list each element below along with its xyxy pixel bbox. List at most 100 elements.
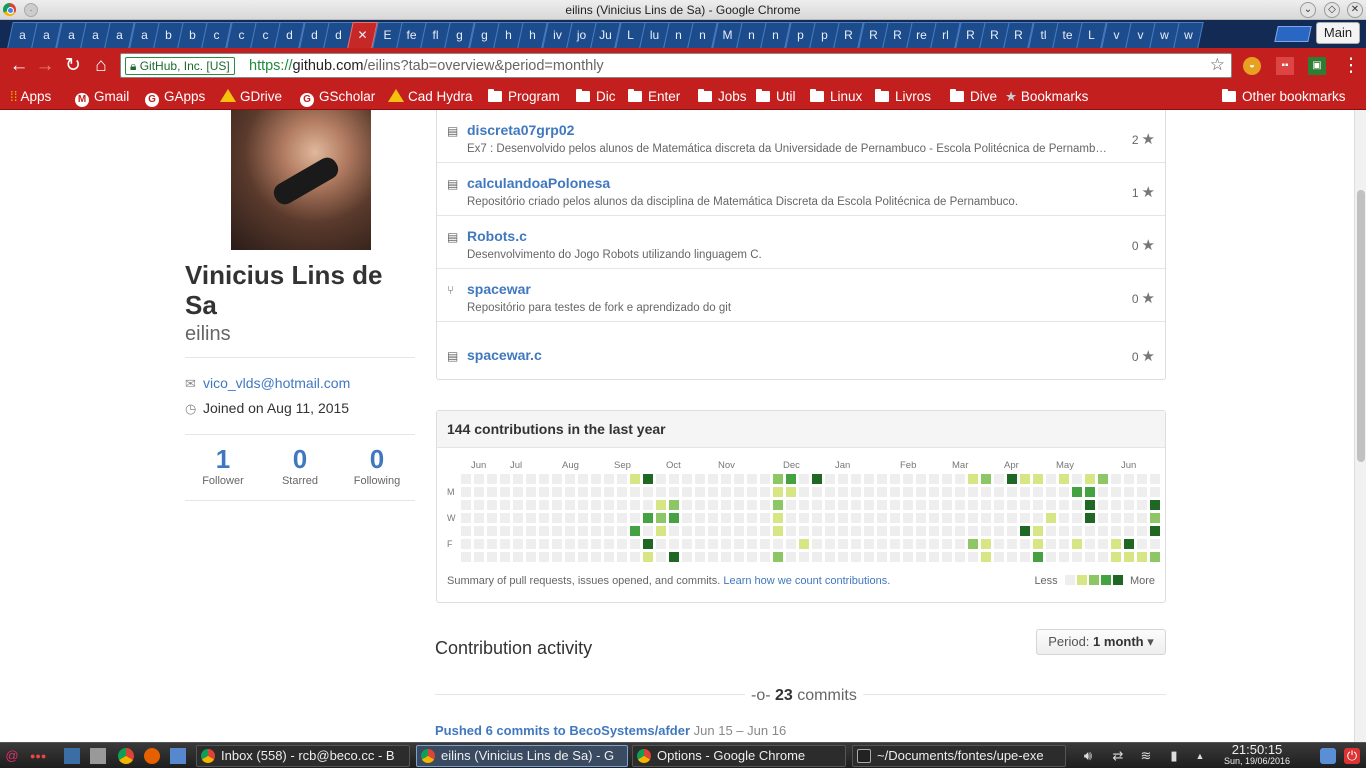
contribution-day[interactable] — [617, 526, 627, 536]
contribution-day[interactable] — [539, 552, 549, 562]
bookmark-item[interactable]: Util — [756, 87, 796, 107]
taskbar-task[interactable]: ~/Documents/fontes/upe-exe — [852, 745, 1066, 767]
contribution-day[interactable] — [617, 487, 627, 497]
firefox-launcher-icon[interactable] — [144, 748, 160, 764]
contribution-day[interactable] — [669, 500, 679, 510]
contribution-day[interactable] — [955, 474, 965, 484]
contribution-day[interactable] — [695, 513, 705, 523]
maximize-button[interactable]: ◇ — [1324, 2, 1340, 18]
contribution-day[interactable] — [591, 552, 601, 562]
new-tab-button[interactable] — [1274, 26, 1312, 42]
contribution-day[interactable] — [942, 500, 952, 510]
contribution-day[interactable] — [838, 487, 848, 497]
contribution-day[interactable] — [1085, 487, 1095, 497]
email-link[interactable]: vico_vlds@hotmail.com — [203, 375, 350, 391]
contribution-day[interactable] — [1020, 513, 1030, 523]
contribution-day[interactable] — [1085, 526, 1095, 536]
contribution-day[interactable] — [682, 552, 692, 562]
contribution-day[interactable] — [942, 474, 952, 484]
clock[interactable]: 21:50:15 Sun, 19/06/2016 — [1222, 743, 1292, 767]
contribution-day[interactable] — [994, 539, 1004, 549]
contribution-day[interactable] — [747, 539, 757, 549]
volume-icon[interactable]: 🔊︎ — [1080, 748, 1096, 764]
bookmark-item[interactable]: ⁞⁞ Apps — [10, 87, 51, 107]
contribution-day[interactable] — [968, 487, 978, 497]
contribution-day[interactable] — [916, 539, 926, 549]
contribution-day[interactable] — [669, 539, 679, 549]
contribution-day[interactable] — [565, 513, 575, 523]
contribution-day[interactable] — [734, 487, 744, 497]
contribution-day[interactable] — [825, 526, 835, 536]
contribution-day[interactable] — [643, 513, 653, 523]
contribution-day[interactable] — [1085, 552, 1095, 562]
contribution-day[interactable] — [513, 513, 523, 523]
contribution-day[interactable] — [721, 500, 731, 510]
contribution-day[interactable] — [955, 500, 965, 510]
contribution-day[interactable] — [838, 513, 848, 523]
contribution-day[interactable] — [591, 526, 601, 536]
contribution-day[interactable] — [747, 474, 757, 484]
contribution-day[interactable] — [474, 474, 484, 484]
contribution-day[interactable] — [760, 487, 770, 497]
security-badge[interactable]: 🔒︎ GitHub, Inc. [US] — [125, 57, 235, 75]
contribution-day[interactable] — [591, 487, 601, 497]
bookmark-item[interactable]: Linux — [810, 87, 862, 107]
contribution-day[interactable] — [812, 539, 822, 549]
calculator-launcher-icon[interactable] — [170, 748, 186, 764]
contribution-day[interactable] — [994, 513, 1004, 523]
contribution-day[interactable] — [734, 513, 744, 523]
contribution-day[interactable] — [786, 539, 796, 549]
lock-screen-icon[interactable] — [1320, 748, 1336, 764]
contribution-day[interactable] — [734, 500, 744, 510]
contribution-day[interactable] — [487, 552, 497, 562]
contribution-day[interactable] — [1033, 500, 1043, 510]
contribution-day[interactable] — [1033, 513, 1043, 523]
contribution-day[interactable] — [500, 500, 510, 510]
taskbar-task[interactable]: Options - Google Chrome — [632, 745, 846, 767]
contribution-day[interactable] — [630, 526, 640, 536]
contribution-day[interactable] — [1033, 552, 1043, 562]
bookmark-item[interactable]: ★ Bookmarks — [1005, 87, 1088, 107]
bookmark-item[interactable]: Dive — [950, 87, 997, 107]
contribution-day[interactable] — [682, 513, 692, 523]
contribution-day[interactable] — [1124, 513, 1134, 523]
contribution-day[interactable] — [760, 500, 770, 510]
contribution-day[interactable] — [968, 500, 978, 510]
chrome-launcher-icon[interactable] — [118, 748, 134, 764]
contribution-day[interactable] — [955, 552, 965, 562]
contribution-day[interactable] — [773, 513, 783, 523]
contribution-day[interactable] — [981, 539, 991, 549]
contribution-day[interactable] — [1007, 487, 1017, 497]
contribution-day[interactable] — [968, 552, 978, 562]
contribution-day[interactable] — [916, 487, 926, 497]
avatar[interactable] — [231, 110, 371, 250]
contribution-day[interactable] — [1020, 474, 1030, 484]
contribution-day[interactable] — [1150, 526, 1160, 536]
contribution-day[interactable] — [760, 513, 770, 523]
contribution-day[interactable] — [838, 500, 848, 510]
contribution-day[interactable] — [1046, 487, 1056, 497]
contribution-day[interactable] — [916, 552, 926, 562]
contribution-day[interactable] — [929, 552, 939, 562]
contribution-day[interactable] — [708, 552, 718, 562]
contribution-day[interactable] — [565, 487, 575, 497]
contribution-day[interactable] — [1033, 539, 1043, 549]
extension-box-icon[interactable]: ▣ — [1308, 57, 1326, 75]
pushed-commits-entry[interactable]: Pushed 6 commits to BecoSystems/afder Ju… — [435, 723, 786, 738]
contribution-day[interactable] — [825, 500, 835, 510]
repo-name-link[interactable]: spacewar.c — [467, 347, 542, 363]
contribution-day[interactable] — [1046, 500, 1056, 510]
repo-name-link[interactable]: calculandoaPolonesa — [467, 175, 610, 191]
contribution-day[interactable] — [942, 552, 952, 562]
contribution-day[interactable] — [721, 474, 731, 484]
contribution-day[interactable] — [981, 500, 991, 510]
contribution-day[interactable] — [916, 526, 926, 536]
contribution-day[interactable] — [1137, 513, 1147, 523]
contribution-day[interactable] — [695, 526, 705, 536]
contribution-day[interactable] — [539, 513, 549, 523]
contribution-day[interactable] — [1098, 474, 1108, 484]
contribution-day[interactable] — [825, 539, 835, 549]
contribution-day[interactable] — [630, 474, 640, 484]
contribution-day[interactable] — [734, 539, 744, 549]
bookmark-item[interactable]: G GApps — [145, 87, 205, 107]
